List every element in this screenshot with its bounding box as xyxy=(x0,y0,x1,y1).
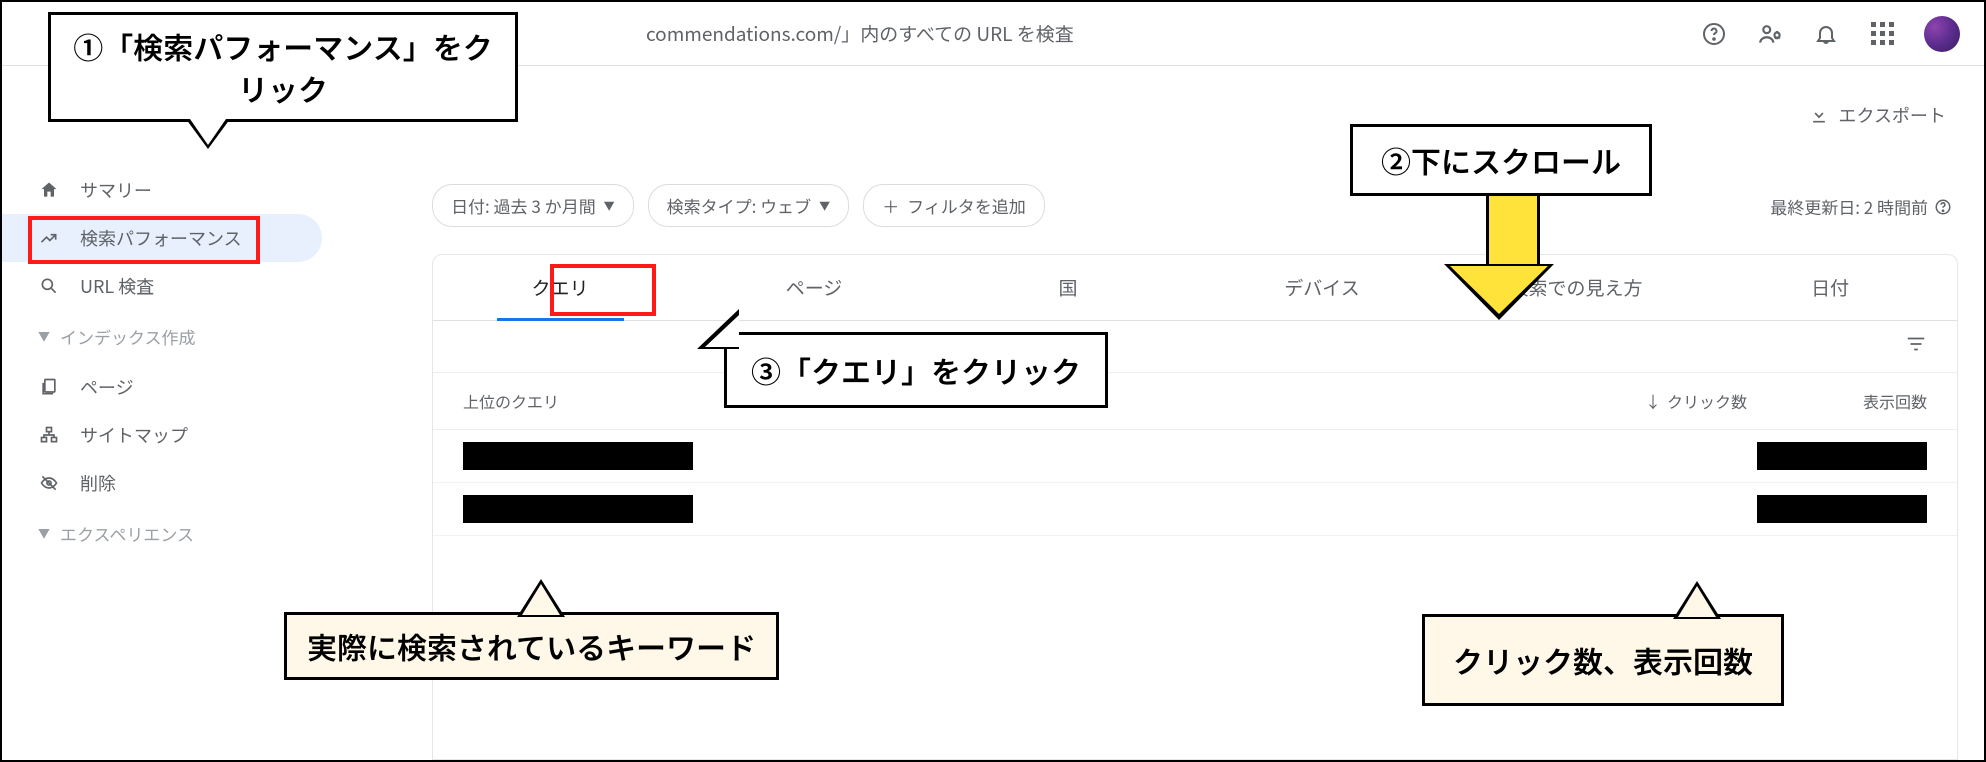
chip-label: 日付: 過去 3 か月間 xyxy=(451,193,596,218)
callout-metrics: クリック数、表示回数 xyxy=(1422,614,1784,706)
sidebar-label: サマリー xyxy=(80,177,152,203)
callout-text: ③「クエリ」をクリック xyxy=(751,348,1081,392)
last-update: 最終更新日: 2 時間前 xyxy=(1770,194,1952,219)
sort-down-icon: ↓ xyxy=(1645,389,1661,413)
table-toolbar xyxy=(433,321,1957,373)
trending-icon xyxy=(38,227,60,249)
sidebar-item-url-inspect[interactable]: URL 検査 xyxy=(2,262,322,310)
visibility-off-icon xyxy=(38,472,60,494)
filter-icon[interactable] xyxy=(1905,333,1927,360)
help-icon[interactable] xyxy=(1700,20,1728,48)
col-impressions[interactable]: 表示回数 xyxy=(1787,389,1927,413)
sidebar-label: ページ xyxy=(80,374,134,400)
chevron-down-icon: ▼ xyxy=(604,198,615,214)
export-label: エクスポート xyxy=(1839,102,1946,128)
sidebar-section-experience[interactable]: ▼ エクスペリエンス xyxy=(2,507,322,560)
col-label: クリック数 xyxy=(1667,389,1747,413)
export-button[interactable]: エクスポート xyxy=(1809,102,1946,128)
redacted-query xyxy=(463,442,693,470)
tab-label: 日付 xyxy=(1811,274,1849,301)
chevron-down-icon: ▼ xyxy=(819,198,830,214)
chip-add-filter[interactable]: ＋ フィルタを追加 xyxy=(863,184,1045,227)
table-row[interactable] xyxy=(433,430,1957,483)
pages-icon xyxy=(38,376,60,398)
home-icon xyxy=(38,179,60,201)
sidebar-item-sitemap[interactable]: サイトマップ xyxy=(2,411,322,459)
chevron-down-icon: ▼ xyxy=(38,525,50,542)
tab-country[interactable]: 国 xyxy=(941,255,1195,320)
tab-label: 国 xyxy=(1058,274,1077,301)
topbar-actions xyxy=(1700,16,1960,52)
tab-query[interactable]: クエリ xyxy=(433,255,687,320)
chip-label: フィルタを追加 xyxy=(907,193,1026,218)
apps-icon[interactable] xyxy=(1868,20,1896,48)
tabbar: クエリ ページ 国 デバイス 検索での見え方 日付 xyxy=(433,255,1957,321)
tab-label: ページ xyxy=(786,274,843,301)
sidebar-item-performance[interactable]: 検索パフォーマンス xyxy=(2,214,322,262)
sidebar-section-indexing[interactable]: ▼ インデックス作成 xyxy=(2,310,322,363)
tab-label: クエリ xyxy=(531,274,588,301)
scroll-down-arrow xyxy=(1472,182,1554,320)
redacted-query xyxy=(463,495,693,523)
callout-step3: ③「クエリ」をクリック xyxy=(724,332,1108,408)
user-settings-icon[interactable] xyxy=(1756,20,1784,48)
help-icon[interactable] xyxy=(1934,198,1952,216)
plus-icon: ＋ xyxy=(882,193,899,218)
redacted-value xyxy=(1757,442,1927,470)
callout-step2: ②下にスクロール xyxy=(1350,124,1652,196)
tab-device[interactable]: デバイス xyxy=(1195,255,1449,320)
sidebar-item-summary[interactable]: サマリー xyxy=(2,166,322,214)
chip-label: 検索タイプ: ウェブ xyxy=(667,193,812,218)
search-icon xyxy=(38,275,60,297)
chip-search-type[interactable]: 検索タイプ: ウェブ ▼ xyxy=(648,184,850,227)
sidebar-section-label: インデックス作成 xyxy=(60,324,196,349)
chevron-down-icon: ▼ xyxy=(38,328,50,345)
sidebar-label: サイトマップ xyxy=(80,422,188,448)
sidebar-label: 削除 xyxy=(80,470,116,496)
callout-text: 実際に検索されているキーワード xyxy=(307,624,756,668)
callout-text: ②下にスクロール xyxy=(1381,138,1621,182)
last-update-text: 最終更新日: 2 時間前 xyxy=(1770,194,1928,219)
chip-date[interactable]: 日付: 過去 3 か月間 ▼ xyxy=(432,184,634,227)
sidebar-item-removals[interactable]: 削除 xyxy=(2,459,322,507)
callout-step1: ①「検索パフォーマンス」をクリック xyxy=(48,12,518,122)
sidebar-label: URL 検査 xyxy=(80,273,154,299)
callout-text: ①「検索パフォーマンス」をクリック xyxy=(73,24,492,110)
table-row[interactable] xyxy=(433,483,1957,536)
callout-keywords: 実際に検索されているキーワード xyxy=(284,612,779,680)
filter-chips: 日付: 過去 3 か月間 ▼ 検索タイプ: ウェブ ▼ ＋ フィルタを追加 xyxy=(432,184,1045,227)
sidebar-item-pages[interactable]: ページ xyxy=(2,363,322,411)
sitemap-icon xyxy=(38,424,60,446)
callout-text: クリック数、表示回数 xyxy=(1453,638,1753,682)
tab-label: デバイス xyxy=(1284,274,1359,301)
col-clicks[interactable]: ↓ クリック数 xyxy=(1567,389,1747,413)
tab-date[interactable]: 日付 xyxy=(1703,255,1957,320)
sidebar: サマリー 検索パフォーマンス URL 検査 ▼ インデックス作成 ページ サイト… xyxy=(2,66,322,760)
table-header: 上位のクエリ ↓ クリック数 表示回数 xyxy=(433,373,1957,430)
avatar[interactable] xyxy=(1924,16,1960,52)
sidebar-section-label: エクスペリエンス xyxy=(60,521,194,546)
sidebar-label: 検索パフォーマンス xyxy=(80,225,242,251)
notifications-icon[interactable] xyxy=(1812,20,1840,48)
url-inspect-hint: commendations.com/」内のすべての URL を検査 xyxy=(646,20,1074,47)
redacted-value xyxy=(1757,495,1927,523)
